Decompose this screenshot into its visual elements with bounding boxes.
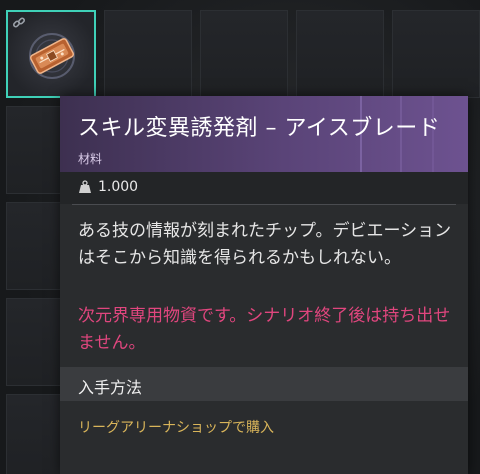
weight-row: 1.000 (60, 172, 468, 204)
divider (72, 204, 456, 205)
inventory-screen: スキル変異誘発剤 – アイスブレード 材料 1.000 ある技の情報が刻まれたチ… (0, 0, 480, 474)
item-name: スキル変異誘発剤 – アイスブレード (78, 116, 441, 141)
inventory-slot[interactable] (104, 10, 192, 98)
weight-icon (79, 180, 91, 193)
acquisition-source: リーグアリーナショップで購入 (78, 420, 274, 436)
item-description: ある技の情報が刻まれたチップ。デビエーションはそこから知識を得られるかもしれない… (78, 221, 452, 268)
item-category: 材料 (78, 152, 103, 166)
item-warning: 次元界専用物資です。シナリオ終了後は持ち出せません。 (78, 306, 451, 353)
inventory-slot[interactable] (392, 10, 480, 98)
selected-item-slot[interactable] (6, 10, 96, 98)
weight-value: 1.000 (98, 179, 139, 195)
chip-item-icon (29, 33, 75, 79)
acquisition-title: 入手方法 (78, 378, 143, 397)
inventory-slot[interactable] (200, 10, 288, 98)
tooltip-header: スキル変異誘発剤 – アイスブレード 材料 (60, 96, 468, 172)
acquisition-header: 入手方法 (60, 367, 468, 401)
inventory-slot[interactable] (296, 10, 384, 98)
item-tooltip: スキル変異誘発剤 – アイスブレード 材料 1.000 ある技の情報が刻まれたチ… (60, 96, 468, 474)
